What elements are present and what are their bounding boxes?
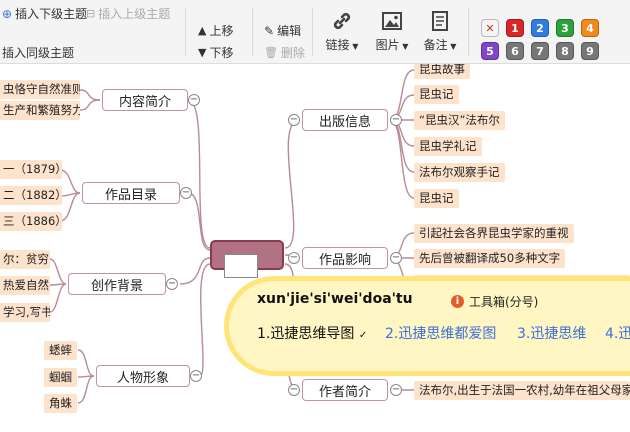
move-down-button[interactable]: ▼ 下移 (198, 44, 233, 61)
leaf-topic[interactable]: 热爱自然 (0, 276, 50, 295)
priority-clear-icon[interactable]: ✕ (481, 19, 499, 37)
collapse-toggle[interactable]: − (190, 370, 202, 382)
insert-child-button[interactable]: ⊕ 插入下级主题 (2, 5, 87, 22)
leaf-topic[interactable]: 法布尔,出生于法国一农村,幼年在祖父母家 (414, 381, 630, 400)
arrow-up-icon: ▲ (198, 24, 207, 37)
priority-5-icon[interactable]: 5 (481, 42, 499, 60)
toolbar-divider (312, 8, 313, 56)
priority-2-icon[interactable]: 2 (531, 19, 549, 37)
insert-child-icon: ⊕ (2, 6, 13, 21)
insert-parent-button[interactable]: ⊟ 插入上级主题 (86, 5, 170, 22)
mindmap-canvas[interactable]: 出版信息 − − 作品影响 − − 作者简介 − − 内容简介 − 作品目录 −… (0, 64, 630, 432)
check-icon: ✓ (358, 330, 368, 341)
priority-4-icon[interactable]: 4 (581, 19, 599, 37)
branch-characters[interactable]: 人物形象 (96, 365, 190, 387)
leaf-topic[interactable]: 昆虫记 (414, 85, 459, 104)
link-icon (333, 12, 351, 30)
branch-author[interactable]: 作者简介 (302, 379, 388, 401)
collapse-toggle[interactable]: − (188, 94, 200, 106)
pencil-icon: ✎ (264, 23, 275, 38)
collapse-toggle[interactable]: − (390, 252, 402, 264)
leaf-topic[interactable]: 先后曾被翻译成50多种文字 (414, 249, 566, 268)
topic-edit-box[interactable] (224, 254, 258, 278)
collapse-toggle[interactable]: − (390, 384, 402, 396)
leaf-topic[interactable]: 学习,写书 (0, 303, 50, 322)
collapse-toggle[interactable]: − (288, 252, 300, 264)
ime-candidate-4[interactable]: 4.迅 (605, 323, 630, 343)
branch-influence[interactable]: 作品影响 (302, 247, 388, 269)
image-icon (382, 12, 402, 30)
leaf-topic[interactable]: 尔：贫穷 (0, 250, 50, 269)
edit-button[interactable]: ✎ 编辑 (264, 22, 301, 39)
priority-7-icon[interactable]: 7 (531, 42, 549, 60)
branch-publishing[interactable]: 出版信息 (302, 109, 388, 131)
leaf-topic[interactable]: 昆虫故事 (414, 64, 470, 79)
ime-candidate-2[interactable]: 2.迅捷思维都爱图 (385, 323, 496, 343)
leaf-topic[interactable]: 二（1882） (0, 186, 62, 205)
insert-sibling-button[interactable]: 插入同级主题 (2, 44, 74, 61)
priority-1-icon[interactable]: 1 (506, 19, 524, 37)
link-button[interactable]: 链接 ▼ (316, 6, 368, 60)
leaf-topic[interactable]: 角蛛 (44, 394, 77, 413)
trash-icon: 🗑 (264, 46, 278, 59)
leaf-topic[interactable]: 法布尔观察手记 (414, 163, 505, 182)
leaf-topic[interactable]: 生产和繁殖努力 (0, 101, 80, 120)
leaf-topic[interactable]: 三（1886） (0, 212, 62, 231)
note-button[interactable]: 备注 ▼ (414, 6, 466, 60)
branch-intro[interactable]: 内容简介 (102, 89, 188, 111)
delete-button[interactable]: 🗑 删除 (264, 44, 305, 61)
leaf-topic[interactable]: “昆虫汉”法布尔 (414, 111, 505, 130)
leaf-topic[interactable]: 蝈蝈 (44, 368, 77, 387)
collapse-toggle[interactable]: − (288, 384, 300, 396)
ime-composition-text: xun'jie'si'wei'doa'tu (257, 291, 413, 307)
insert-parent-icon: ⊟ (86, 7, 96, 20)
priority-6-icon[interactable]: 6 (506, 42, 524, 60)
toolbar-divider (185, 8, 186, 56)
toolbar-divider (468, 8, 469, 56)
leaf-topic[interactable]: 一（1879） (0, 160, 62, 179)
ime-toolbox-button[interactable]: i 工具箱(分号) (451, 293, 538, 310)
image-button[interactable]: 图片 ▼ (366, 6, 418, 60)
collapse-toggle[interactable]: − (288, 114, 300, 126)
priority-8-icon[interactable]: 8 (556, 42, 574, 60)
ime-candidate-window: xun'jie'si'wei'doa'tu i 工具箱(分号) 1.迅捷思维导图… (229, 281, 630, 371)
toolbar-divider (252, 8, 253, 56)
priority-9-icon[interactable]: 9 (581, 42, 599, 60)
info-icon: i (451, 295, 464, 308)
branch-catalog[interactable]: 作品目录 (82, 182, 180, 204)
leaf-topic[interactable]: 虫恪守自然准则 (0, 80, 80, 99)
move-up-button[interactable]: ▲ 上移 (198, 22, 233, 39)
priority-3-icon[interactable]: 3 (556, 19, 574, 37)
leaf-topic[interactable]: 蟋蟀 (44, 341, 77, 360)
arrow-down-icon: ▼ (198, 46, 207, 59)
collapse-toggle[interactable]: − (180, 187, 192, 199)
leaf-topic[interactable]: 昆虫记 (414, 189, 459, 208)
collapse-toggle[interactable]: − (390, 114, 402, 126)
note-icon (432, 11, 448, 31)
branch-background[interactable]: 创作背景 (68, 273, 166, 295)
ime-candidate-3[interactable]: 3.迅捷思维 (517, 323, 586, 343)
collapse-toggle[interactable]: − (166, 278, 178, 290)
leaf-topic[interactable]: 引起社会各界昆虫学家的重视 (414, 224, 574, 243)
leaf-topic[interactable]: 昆虫学礼记 (414, 137, 482, 156)
toolbar: ⊕ 插入下级主题 ⊟ 插入上级主题 插入同级主题 ▲ 上移 ▼ 下移 ✎ 编辑 … (0, 0, 630, 64)
ime-candidate-1[interactable]: 1.迅捷思维导图 ✓ (257, 323, 367, 343)
